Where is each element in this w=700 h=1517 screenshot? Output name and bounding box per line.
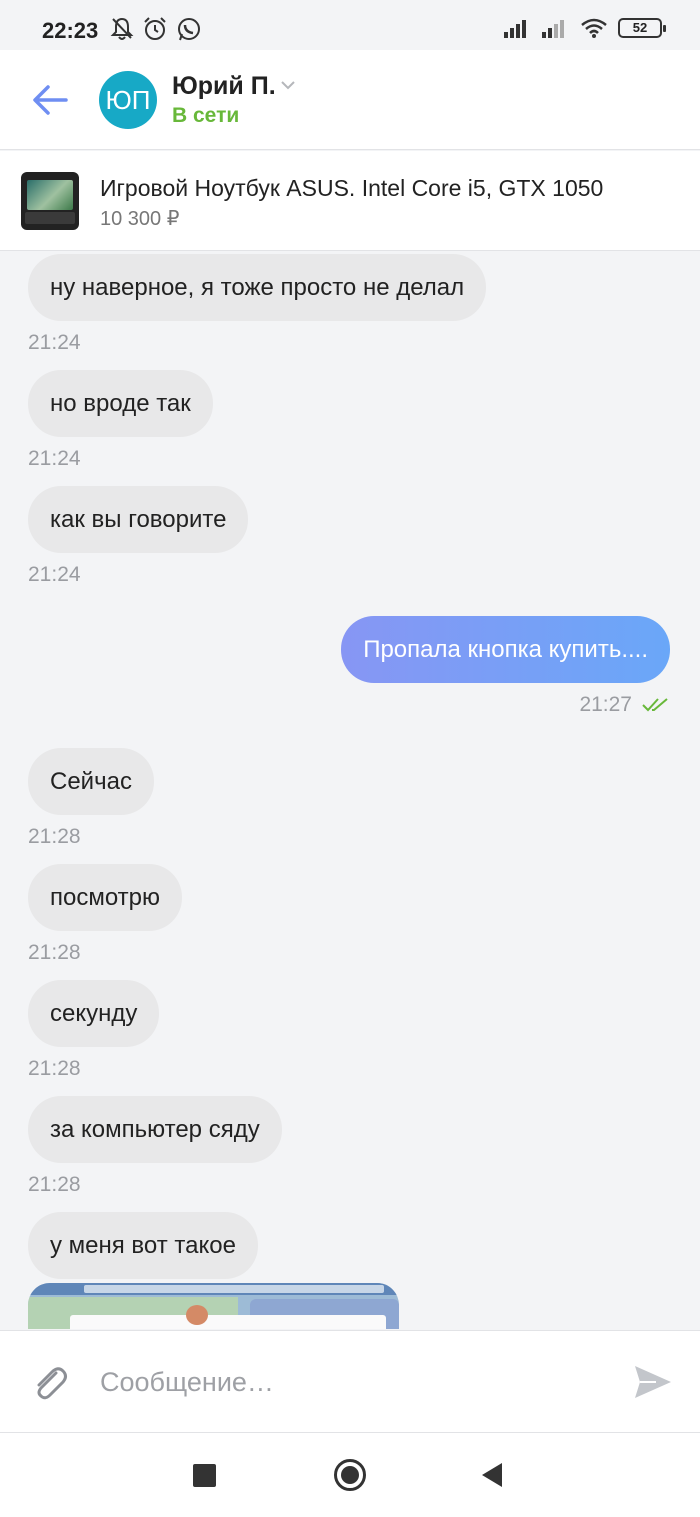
message-list[interactable]: ну наверное, я тоже просто не делал 21:2… xyxy=(0,252,700,1329)
double-check-icon xyxy=(642,698,668,712)
signal-icon xyxy=(504,20,526,38)
message-bubble-incoming[interactable]: Сейчас xyxy=(28,748,154,815)
alarm-icon xyxy=(144,17,166,40)
message-composer xyxy=(0,1330,700,1432)
contact-status: В сети xyxy=(172,104,240,127)
listing-thumbnail xyxy=(21,172,79,230)
wifi-icon xyxy=(581,18,607,38)
listing-title: Игровой Ноутбук ASUS. Intel Core i5, GTX… xyxy=(100,175,604,201)
system-navigation-bar xyxy=(0,1432,700,1517)
message-bubble-incoming[interactable]: но вроде так xyxy=(28,370,213,437)
contact-name[interactable]: Юрий П. xyxy=(172,72,276,101)
message-time: 21:28 xyxy=(28,1057,81,1080)
avatar[interactable]: ЮП xyxy=(99,71,157,129)
message-bubble-incoming[interactable]: как вы говорите xyxy=(28,486,249,553)
status-icons-left xyxy=(110,16,202,42)
message-bubble-incoming[interactable]: секунду xyxy=(28,980,160,1047)
message-bubble-incoming[interactable]: ну наверное, я тоже просто не делал xyxy=(28,254,487,321)
message-time: 21:24 xyxy=(28,563,81,586)
listing-card[interactable]: Игровой Ноутбук ASUS. Intel Core i5, GTX… xyxy=(0,151,700,251)
message-time: 21:28 xyxy=(28,1173,81,1196)
status-icons-right: 52 xyxy=(504,17,666,39)
message-input[interactable] xyxy=(100,1356,610,1408)
home-circle-icon[interactable] xyxy=(334,1459,366,1491)
recents-square-icon[interactable] xyxy=(193,1464,216,1487)
message-bubble-incoming[interactable]: у меня вот такое xyxy=(28,1212,258,1279)
listing-price: 10 300 ₽ xyxy=(100,208,180,230)
message-time-outgoing: 21:27 xyxy=(579,693,670,717)
arrow-left-icon[interactable] xyxy=(30,82,70,118)
message-bubble-incoming[interactable]: посмотрю xyxy=(28,864,183,931)
back-triangle-icon[interactable] xyxy=(482,1463,502,1487)
image-attachment[interactable] xyxy=(28,1283,399,1329)
whatsapp-icon xyxy=(178,18,200,41)
status-bar: 22:23 52 xyxy=(0,0,700,50)
signal-icon-2 xyxy=(542,20,564,38)
message-time: 21:24 xyxy=(28,331,81,354)
chat-header: ЮП Юрий П. В сети xyxy=(0,50,700,150)
chevron-down-icon[interactable] xyxy=(281,80,295,90)
muted-bell-icon xyxy=(110,17,134,40)
status-time: 22:23 xyxy=(42,18,99,43)
message-bubble-outgoing[interactable]: Пропала кнопка купить.... xyxy=(341,616,670,683)
battery-indicator: 52 xyxy=(618,18,666,38)
message-time: 21:27 xyxy=(579,693,632,716)
paperclip-icon[interactable] xyxy=(30,1363,70,1403)
message-time: 21:24 xyxy=(28,447,81,470)
message-time: 21:28 xyxy=(28,941,81,964)
message-bubble-incoming[interactable]: за компьютер сяду xyxy=(28,1096,282,1163)
send-icon[interactable] xyxy=(632,1363,674,1401)
message-time: 21:28 xyxy=(28,825,81,848)
